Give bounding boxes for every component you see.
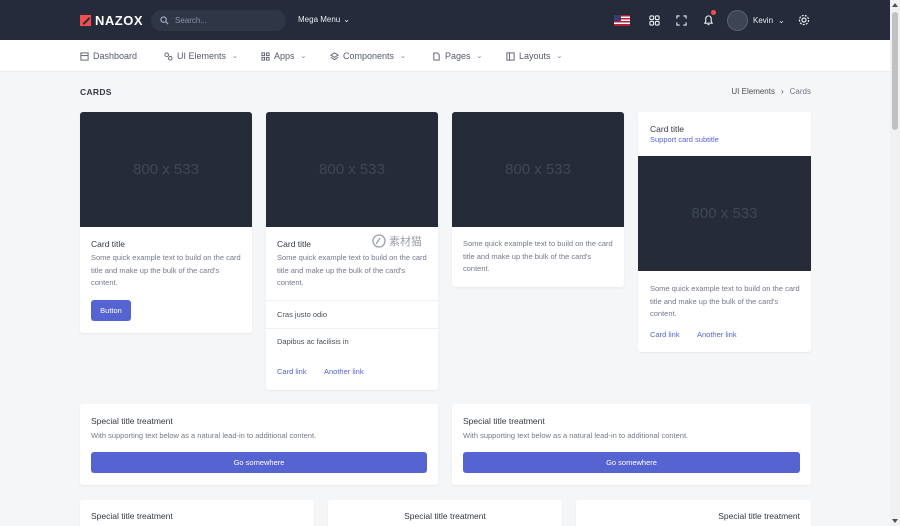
breadcrumb-item[interactable]: UI Elements xyxy=(731,87,775,96)
pages-icon xyxy=(433,51,440,61)
special-card-center: Special title treatment xyxy=(328,500,562,526)
breadcrumb-item-active: Cards xyxy=(789,87,811,96)
special-card: Special title treatment With supporting … xyxy=(452,404,811,485)
card-title: Card title xyxy=(277,239,312,249)
card-title: Special title treatment xyxy=(91,511,173,521)
chevron-down-icon: ⌄ xyxy=(476,53,483,60)
nav-item-components[interactable]: Components ⌄ xyxy=(330,51,406,61)
search-input[interactable] xyxy=(175,16,275,25)
page-scrollbar[interactable] xyxy=(890,0,900,526)
page-title: CARDS xyxy=(80,87,112,97)
watermark-text: 素材猫 xyxy=(389,236,422,248)
scroll-up-arrow-icon[interactable] xyxy=(892,3,898,7)
chevron-down-icon: ⌄ xyxy=(778,16,785,25)
nav-label: Pages xyxy=(445,51,471,61)
card-text: With supporting text below as a natural … xyxy=(463,431,689,440)
card-image-placeholder: 800 x 533 xyxy=(266,112,438,227)
nav-label: UI Elements xyxy=(177,51,227,61)
card-image-top-button: 800 x 533 Card title Some quick example … xyxy=(80,112,252,333)
brand-logo[interactable]: NAZOX xyxy=(80,13,143,28)
divider xyxy=(266,328,438,329)
list-item: Cras justo odio xyxy=(277,310,328,319)
watermark: 素材猫 xyxy=(372,233,422,249)
scroll-thumb[interactable] xyxy=(892,12,898,130)
card-link[interactable]: Card link xyxy=(650,330,680,339)
avatar xyxy=(727,10,748,31)
chevron-down-icon: ⌄ xyxy=(300,53,307,60)
chevron-down-icon: ⌄ xyxy=(556,53,563,60)
card-title: Special title treatment xyxy=(404,511,486,521)
nav-item-pages[interactable]: Pages ⌄ xyxy=(432,51,482,61)
mega-menu-dropdown[interactable]: Mega Menu ⌄ xyxy=(298,15,350,24)
card-image-list-links: 800 x 533 Card title Some quick example … xyxy=(266,112,438,390)
card-title: Card title xyxy=(650,124,685,134)
layouts-icon xyxy=(506,51,515,61)
nav-label: Components xyxy=(343,51,395,61)
components-icon xyxy=(330,51,339,60)
list-item: Dapibus ac facilisis in xyxy=(277,337,349,346)
card-image-placeholder: 800 x 533 xyxy=(452,112,624,227)
mega-menu-label: Mega Menu xyxy=(298,15,341,24)
search-icon xyxy=(160,16,169,25)
nav-label: Apps xyxy=(274,51,295,61)
card-text: Some quick example text to build on the … xyxy=(91,253,241,287)
chevron-down-icon: ⌄ xyxy=(400,53,406,60)
card-title: Card title xyxy=(91,239,126,249)
card-title-image-links: Card title Support card subtitle 800 x 5… xyxy=(638,112,811,352)
nav-label: Layouts xyxy=(519,51,551,61)
user-name: Kevin xyxy=(753,16,774,25)
card-text: Some quick example text to build on the … xyxy=(277,253,427,287)
card-text: Some quick example text to build on the … xyxy=(463,239,613,273)
nav-item-dashboard[interactable]: Dashboard xyxy=(80,51,137,61)
apps-icon xyxy=(261,51,270,61)
nav-item-ui-elements[interactable]: UI Elements ⌄ xyxy=(164,51,238,61)
user-menu[interactable]: Kevin ⌄ xyxy=(727,10,785,31)
card-image-placeholder: 800 x 533 xyxy=(80,112,252,227)
ui-elements-icon xyxy=(164,51,173,61)
bell-icon[interactable] xyxy=(698,10,718,30)
notification-dot xyxy=(711,10,716,15)
card-button[interactable]: Button xyxy=(91,300,131,321)
chevron-down-icon: ⌄ xyxy=(343,15,350,24)
special-card: Special title treatment With supporting … xyxy=(80,404,438,485)
card-title: Special title treatment xyxy=(91,416,173,426)
horizontal-navbar: Dashboard UI Elements ⌄ Apps ⌄ Component… xyxy=(0,40,890,72)
watermark-logo-icon xyxy=(372,234,386,248)
special-card-left: Special title treatment xyxy=(80,500,314,526)
special-card-right: Special title treatment xyxy=(576,500,811,526)
brand-name: NAZOX xyxy=(95,13,143,28)
nav-item-layouts[interactable]: Layouts ⌄ xyxy=(506,51,562,61)
fullscreen-icon[interactable] xyxy=(671,10,691,30)
topbar: NAZOX Mega Menu ⌄ Kevin ⌄ xyxy=(0,0,890,40)
nav-label: Dashboard xyxy=(93,51,138,61)
go-somewhere-button[interactable]: Go somewhere xyxy=(91,452,427,473)
card-title: Special title treatment xyxy=(718,511,800,521)
scroll-down-arrow-icon[interactable] xyxy=(892,519,898,523)
nav-item-apps[interactable]: Apps ⌄ xyxy=(261,51,306,61)
card-text: Some quick example text to build on the … xyxy=(650,284,800,318)
card-link[interactable]: Card link xyxy=(277,367,307,376)
another-link[interactable]: Another link xyxy=(697,330,737,339)
dashboard-icon xyxy=(80,51,89,61)
card-image-placeholder: 800 x 533 xyxy=(638,156,811,271)
search-box[interactable] xyxy=(151,10,286,31)
apps-grid-icon[interactable] xyxy=(644,10,664,30)
card-subtitle: Support card subtitle xyxy=(650,135,719,144)
us-flag-icon[interactable] xyxy=(614,15,630,26)
chevron-down-icon: ⌄ xyxy=(232,53,238,60)
card-title: Special title treatment xyxy=(463,416,545,426)
card-text: With supporting text below as a natural … xyxy=(91,431,317,440)
breadcrumb: UI Elements › Cards xyxy=(731,87,811,96)
go-somewhere-button[interactable]: Go somewhere xyxy=(463,452,800,473)
logo-icon xyxy=(80,15,91,26)
another-link[interactable]: Another link xyxy=(324,367,364,376)
card-image-text: 800 x 533 Some quick example text to bui… xyxy=(452,112,624,287)
breadcrumb-separator: › xyxy=(780,87,784,96)
divider xyxy=(266,300,438,301)
settings-gear-icon[interactable] xyxy=(794,10,814,30)
